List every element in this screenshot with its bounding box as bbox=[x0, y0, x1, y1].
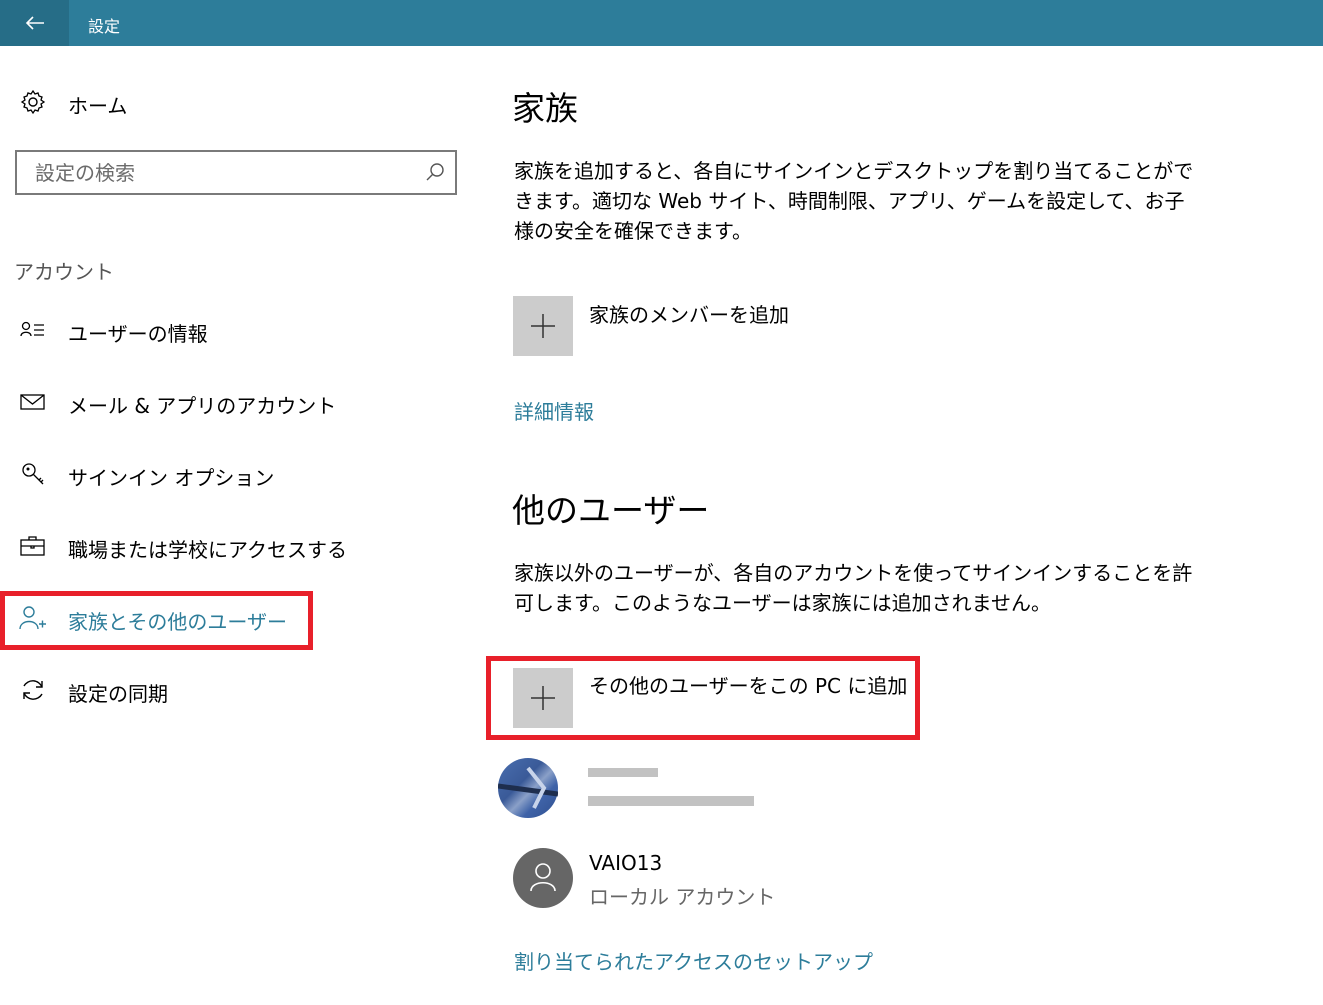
home-label: ホーム bbox=[68, 94, 128, 118]
sidebar-item-mail-accounts[interactable]: メール & アプリのアカウント bbox=[0, 380, 460, 424]
family-heading: 家族 bbox=[512, 89, 578, 128]
add-user-highlight-box bbox=[486, 656, 920, 740]
sidebar-item-signin-options[interactable]: サインイン オプション bbox=[0, 452, 460, 496]
user-list-item[interactable] bbox=[498, 758, 798, 820]
more-info-link[interactable]: 詳細情報 bbox=[514, 396, 594, 425]
sidebar-item-sync-settings[interactable]: 設定の同期 bbox=[0, 668, 460, 712]
other-users-heading: 他のユーザー bbox=[512, 491, 710, 530]
sync-icon bbox=[19, 678, 47, 702]
user-name: VAIO13 bbox=[589, 851, 663, 875]
home-nav-item[interactable]: ホーム bbox=[0, 80, 460, 124]
assigned-access-link[interactable]: 割り当てられたアクセスのセットアップ bbox=[514, 946, 873, 975]
mail-icon bbox=[19, 390, 47, 414]
sidebar-item-label: 設定の同期 bbox=[68, 682, 168, 706]
window-title: 設定 bbox=[88, 17, 121, 36]
search-input[interactable] bbox=[33, 160, 417, 186]
sidebar-item-user-info[interactable]: ユーザーの情報 bbox=[0, 308, 460, 352]
sidebar-item-label: ユーザーの情報 bbox=[68, 322, 208, 346]
briefcase-icon bbox=[19, 534, 47, 558]
person-avatar-icon bbox=[513, 848, 573, 908]
gear-icon bbox=[19, 89, 47, 115]
back-arrow-icon bbox=[25, 16, 44, 30]
obscured-username bbox=[588, 768, 658, 777]
settings-search-box[interactable] bbox=[15, 150, 457, 195]
accounts-section-label: アカウント bbox=[14, 260, 114, 284]
obscured-email bbox=[588, 796, 754, 806]
sidebar-item-label: 職場または学校にアクセスする bbox=[68, 538, 347, 562]
add-family-member-button[interactable] bbox=[513, 296, 573, 356]
user-photo-avatar bbox=[498, 758, 558, 818]
user-info-icon bbox=[19, 318, 47, 342]
search-icon[interactable] bbox=[425, 162, 445, 186]
other-users-description: 家族以外のユーザーが、各自のアカウントを使ってサインインすることを許可します。こ… bbox=[514, 561, 1193, 615]
sidebar-item-label: サインイン オプション bbox=[68, 466, 275, 490]
title-bar: 設定 bbox=[0, 0, 1323, 46]
user-list-item[interactable]: VAIO13 ローカル アカウント bbox=[513, 848, 813, 910]
key-icon bbox=[19, 462, 47, 486]
plus-icon bbox=[531, 314, 555, 338]
sidebar-item-label: メール & アプリのアカウント bbox=[68, 394, 337, 418]
sidebar-item-work-school[interactable]: 職場または学校にアクセスする bbox=[0, 524, 460, 568]
user-account-type: ローカル アカウント bbox=[589, 885, 776, 909]
family-description: 家族を追加すると、各自にサインインとデスクトップを割り当てることができます。適切… bbox=[514, 159, 1194, 243]
back-button[interactable] bbox=[0, 0, 69, 46]
add-family-member-label[interactable]: 家族のメンバーを追加 bbox=[589, 299, 789, 328]
selection-highlight-box bbox=[0, 591, 313, 650]
